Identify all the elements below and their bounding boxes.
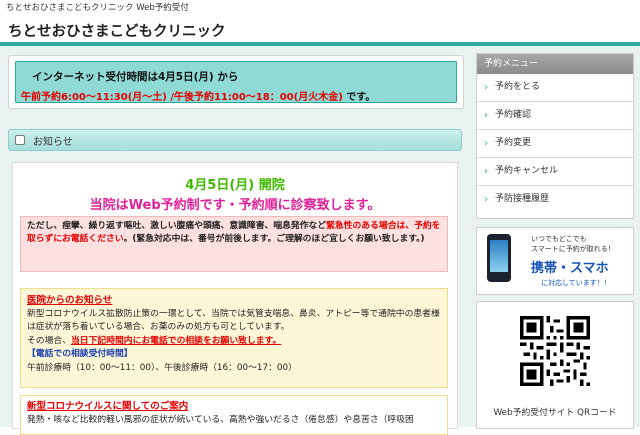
menu-item-label: 予約キャンセル: [495, 166, 559, 176]
reception-hours-box: インターネット受付時間は4月5日(月) から 午前予約6:00～11:30(月～…: [8, 55, 464, 109]
qr-code: [520, 316, 590, 386]
reservation-title: 当院はWeb予約制です・予約順に診察致します。: [89, 198, 381, 213]
notice-body1: 新型コロナウイルス拡散防止策の一環として、当院では気管支喘息、鼻炎、アトピー等で…: [27, 308, 440, 333]
hours-times: 午前予約6:00～11:30(月～土) /午後予約11:00～18：00(月火木…: [21, 92, 343, 103]
corona-heading: 新型コロナウイルスに関してのご案内: [27, 401, 189, 412]
banner-line1: いつでもどこでも: [531, 235, 587, 243]
clinic-notice: 医院からのお知らせ 新型コロナウイルス拡散防止策の一環として、当院では気管支喘息…: [20, 288, 448, 388]
header: ちとせおひさまこどもクリニック: [0, 16, 640, 46]
menu-item-vaccination-history[interactable]: › 予防接種履歴: [477, 186, 633, 213]
hours-line1: インターネット受付時間は4月5日(月) から: [32, 71, 239, 83]
phone-consult-times: 午前診療時（10：00～11：00）、午後診療時（16：00～17：00）: [27, 362, 297, 373]
menu-item-label: 予約変更: [495, 138, 532, 148]
notice-body2-emphasis: 当日下記時間内にお電話での相談をお願い致します。: [71, 335, 282, 346]
notice-heading: 医院からのお知らせ: [27, 295, 113, 306]
corona-body: 発熱・咳など比較的軽い風邪の症状が続いている、高熱や強いだるさ（倦怠感）や息苦さ…: [27, 414, 414, 425]
menu-title: 予約メニュー: [477, 54, 633, 74]
chevron-right-icon: ›: [484, 110, 488, 121]
banner-line3: 携帯・スマホ: [531, 261, 609, 276]
warning-part3: 。(緊急対応中は、番号が前後します。ご理解のほど宜しくお願い致します。): [123, 234, 425, 244]
menu-item-label: 予約をとる: [495, 82, 541, 92]
news-content: 4月5日(月) 開院 当院はWeb予約制です・予約順に診察致します。 ただし、痙…: [12, 162, 458, 435]
phone-consult-heading: 【電話での相談受付時間】: [27, 349, 133, 359]
hours-suffix: です。: [342, 92, 376, 103]
chevron-right-icon: ›: [484, 138, 488, 149]
hours-line2: 午前予約6:00～11:30(月～土) /午後予約11:00～18：00(月火木…: [21, 88, 375, 103]
banner-line2: スマートに予約が取れる！: [531, 245, 615, 253]
menu-item-label: 予約確認: [495, 110, 532, 120]
opening-title: 4月5日(月) 開院: [185, 178, 285, 193]
notice-body2-pre: その場合、: [27, 335, 71, 346]
reception-hours-inner: インターネット受付時間は4月5日(月) から 午前予約6:00～11:30(月～…: [15, 61, 457, 103]
menu-item-change-reservation[interactable]: › 予約変更: [477, 130, 633, 158]
warning-part1: ただし、痙攣、繰り返す嘔吐、激しい腹痛や頭痛、意識障害、喘息発作など: [27, 221, 327, 231]
banner-line4: に対応しています！！: [541, 279, 611, 287]
news-label: お知らせ: [33, 137, 73, 148]
menu-item-cancel-reservation[interactable]: › 予約キャンセル: [477, 158, 633, 186]
notice-body2: その場合、当日下記時間内にお電話での相談をお願い致します。: [27, 335, 441, 349]
menu-item-confirm-reservation[interactable]: › 予約確認: [477, 102, 633, 130]
mobile-support-banner[interactable]: いつでもどこでも スマートに予約が取れる！ 携帯・スマホ に対応しています！！: [476, 227, 634, 295]
smartphone-icon: [487, 234, 511, 282]
qr-code-box: Web予約受付サイト QRコード: [476, 301, 634, 429]
reservation-menu: 予約メニュー › 予約をとる › 予約確認 › 予約変更 › 予約キャンセル ›…: [476, 53, 634, 219]
menu-item-make-reservation[interactable]: › 予約をとる: [477, 74, 633, 102]
menu-item-label: 予防接種履歴: [495, 194, 550, 204]
corona-notice: 新型コロナウイルスに関してのご案内 発熱・咳など比較的軽い風邪の症状が続いている…: [20, 395, 448, 435]
chevron-right-icon: ›: [484, 166, 488, 177]
qr-caption: Web予約受付サイト QRコード: [493, 408, 617, 418]
chevron-right-icon: ›: [484, 194, 488, 205]
news-header: お知らせ: [8, 129, 462, 151]
chevron-right-icon: ›: [484, 82, 488, 93]
clinic-title[interactable]: ちとせおひさまこどもクリニック: [8, 20, 226, 41]
site-topbar: ちとせおひさまこどもクリニック Web予約受付: [0, 0, 640, 16]
note-icon: [15, 135, 25, 145]
emergency-warning: ただし、痙攣、繰り返す嘔吐、激しい腹痛や頭痛、意識障害、喘息発作など緊急性のある…: [20, 216, 448, 272]
